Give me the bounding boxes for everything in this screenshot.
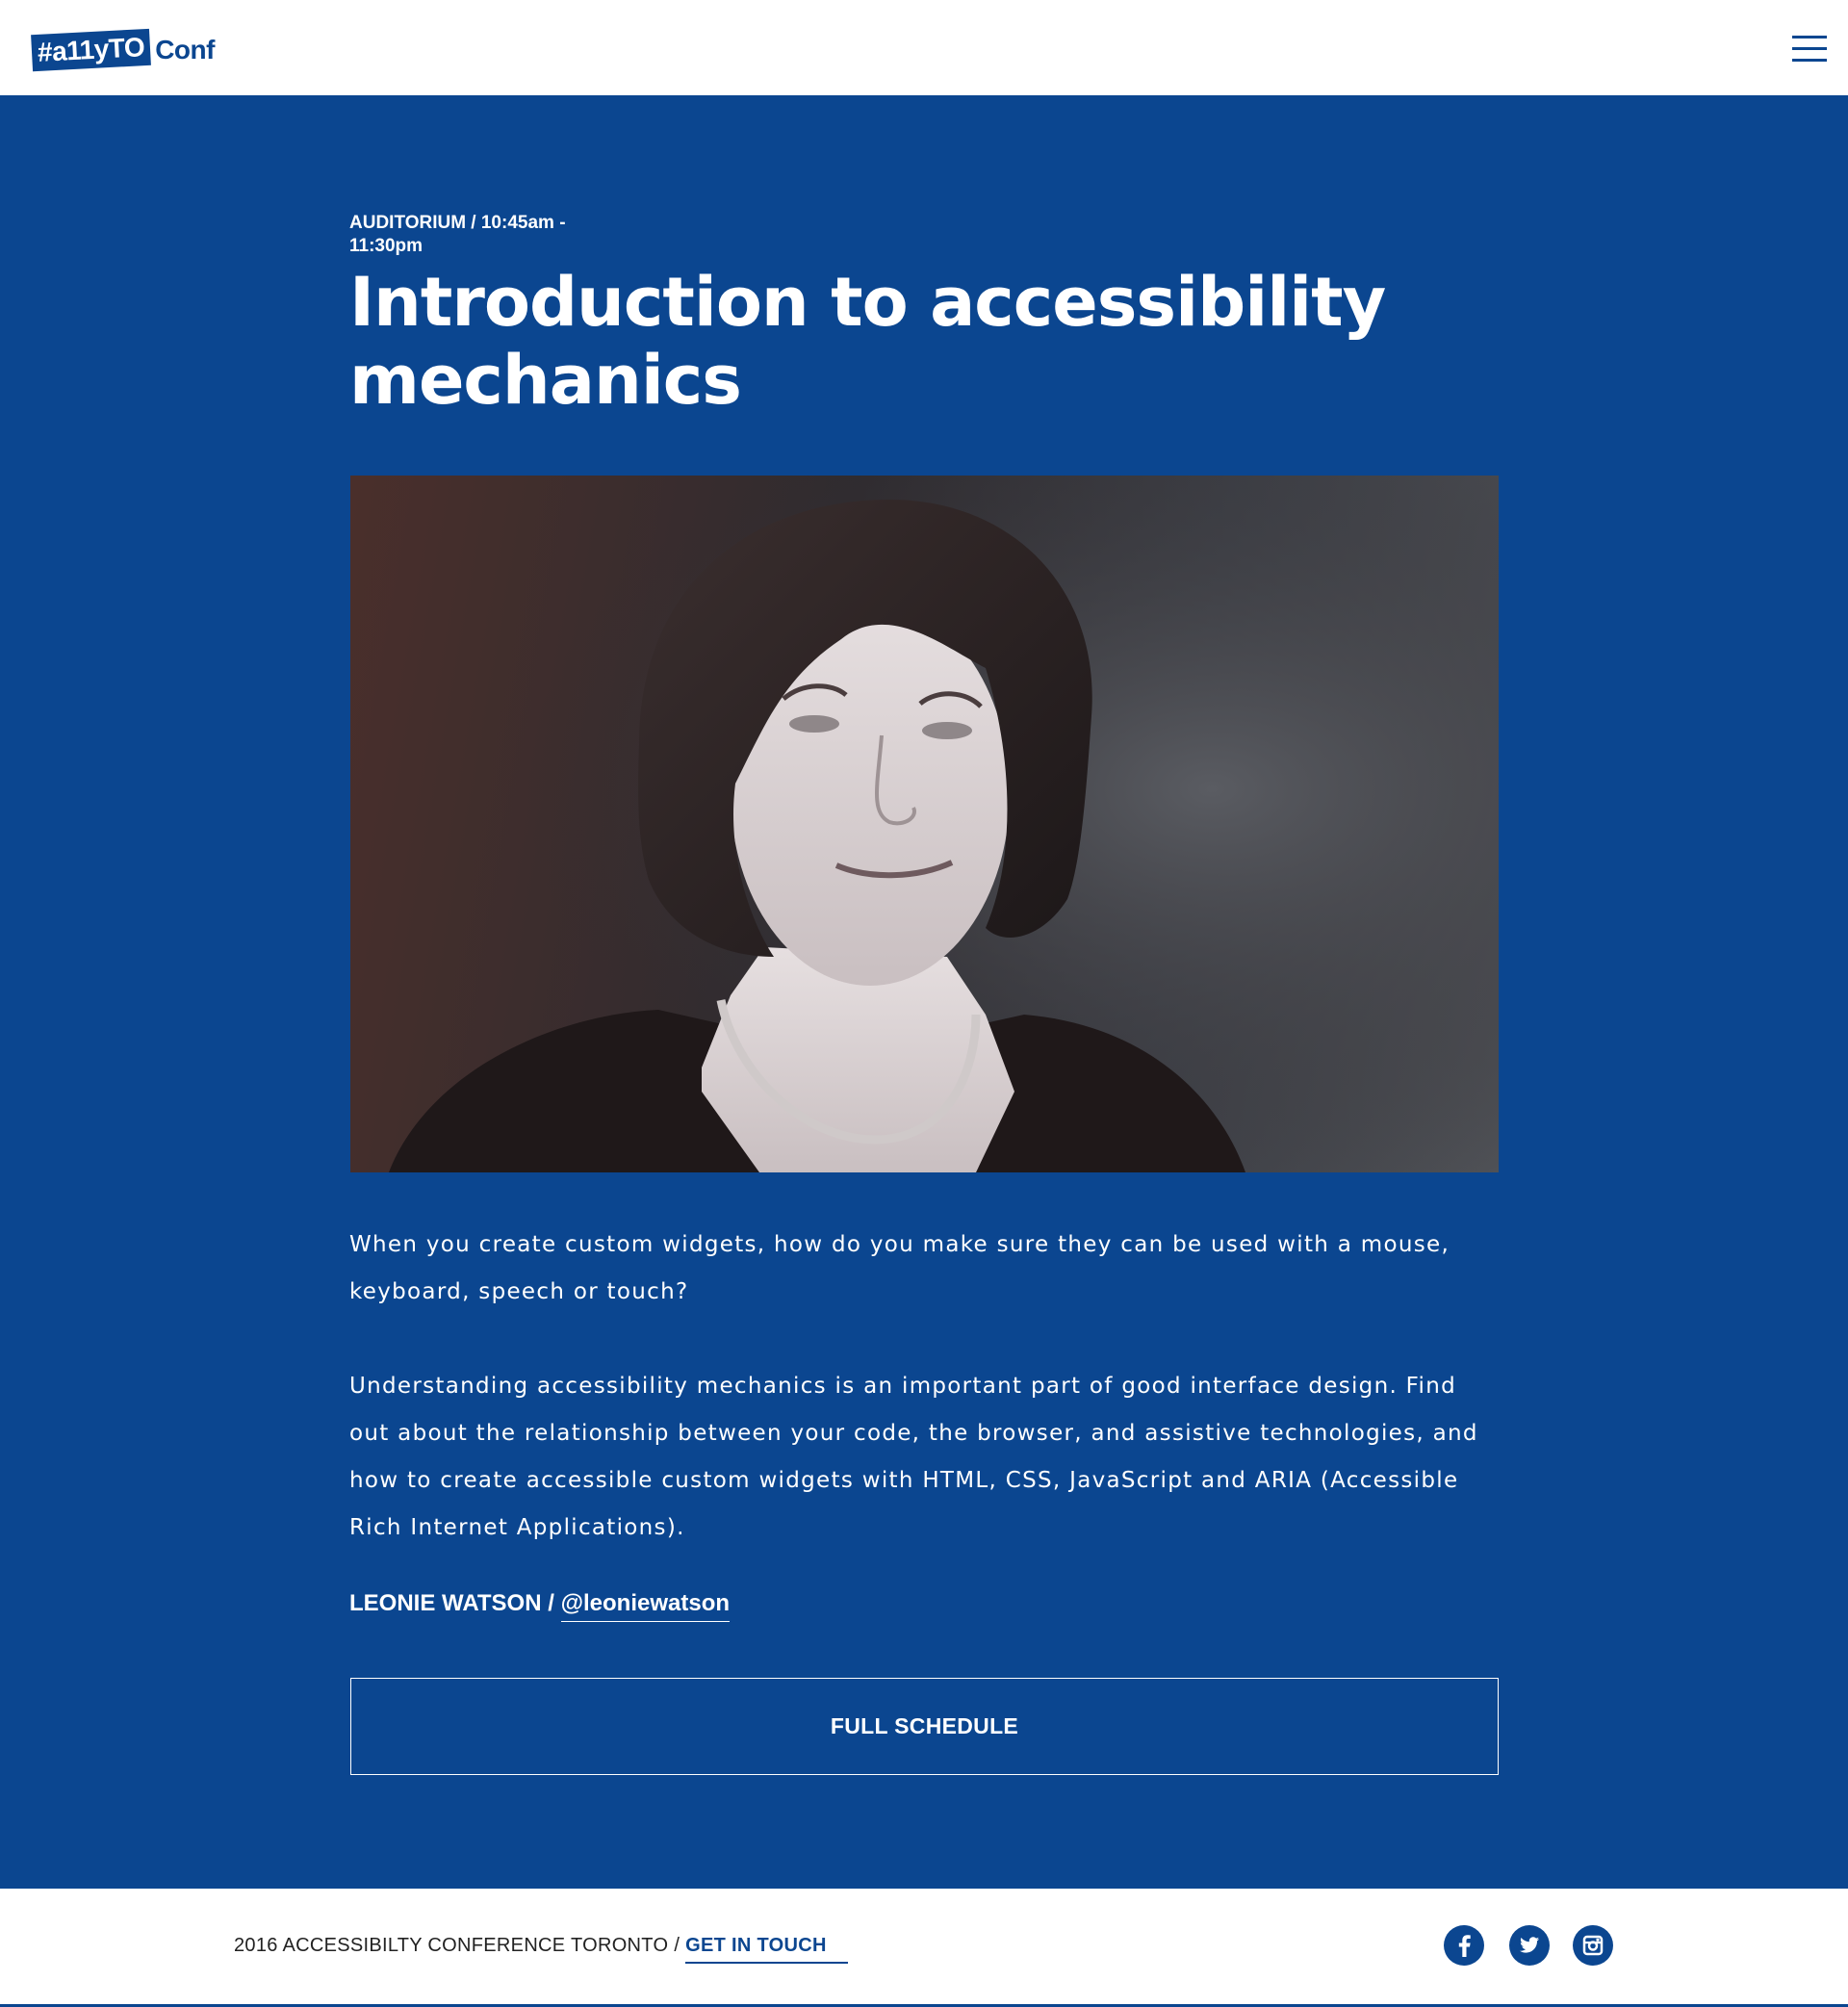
site-header: #a11yTO Conf — [0, 0, 1848, 95]
footer-info: 2016 ACCESSIBILTY CONFERENCE TORONTO / GET… — [234, 1931, 848, 1964]
hamburger-icon-bar — [1792, 47, 1827, 50]
speaker-name: LEONIE WATSON / — [349, 1590, 554, 1616]
logo-hashtag: #a11yTO — [31, 28, 152, 72]
speaker-twitter-link[interactable]: @leoniewatson — [560, 1590, 731, 1622]
logo-conf-text: Conf — [155, 35, 215, 64]
session-location-time: AUDITORIUM / 10:45am - 11:30pm — [349, 213, 566, 256]
twitter-icon[interactable] — [1509, 1925, 1550, 1966]
footer-separator: / — [674, 1935, 680, 1956]
session-description-1: When you create custom widgets, how do y… — [349, 1232, 1450, 1304]
hamburger-icon-bar — [1792, 59, 1827, 62]
speaker-photo-illustration — [350, 476, 1499, 1172]
speaker-credit: LEONIE WATSON / @leoniewatson — [349, 1586, 731, 1622]
full-schedule-button[interactable]: FULL SCHEDULE — [350, 1678, 1499, 1775]
facebook-icon[interactable] — [1444, 1925, 1484, 1966]
menu-button[interactable] — [1788, 33, 1831, 64]
session-main: AUDITORIUM / 10:45am - 11:30pm Introduct… — [0, 95, 1848, 1889]
get-in-touch-link[interactable]: GET IN TOUCH — [685, 1935, 848, 1964]
session-title: Introduction to accessibility mechanics — [349, 263, 1386, 420]
instagram-icon[interactable] — [1573, 1925, 1613, 1966]
session-description-2: Understanding accessibility mechanics is… — [349, 1374, 1478, 1540]
site-footer: 2016 ACCESSIBILTY CONFERENCE TORONTO / GET… — [0, 1889, 1848, 2007]
footer-conference-text: 2016 ACCESSIBILTY CONFERENCE TORONTO — [234, 1935, 669, 1956]
hamburger-icon-bar — [1792, 36, 1827, 39]
site-logo[interactable]: #a11yTO Conf — [31, 27, 215, 73]
speaker-photo — [350, 476, 1499, 1172]
